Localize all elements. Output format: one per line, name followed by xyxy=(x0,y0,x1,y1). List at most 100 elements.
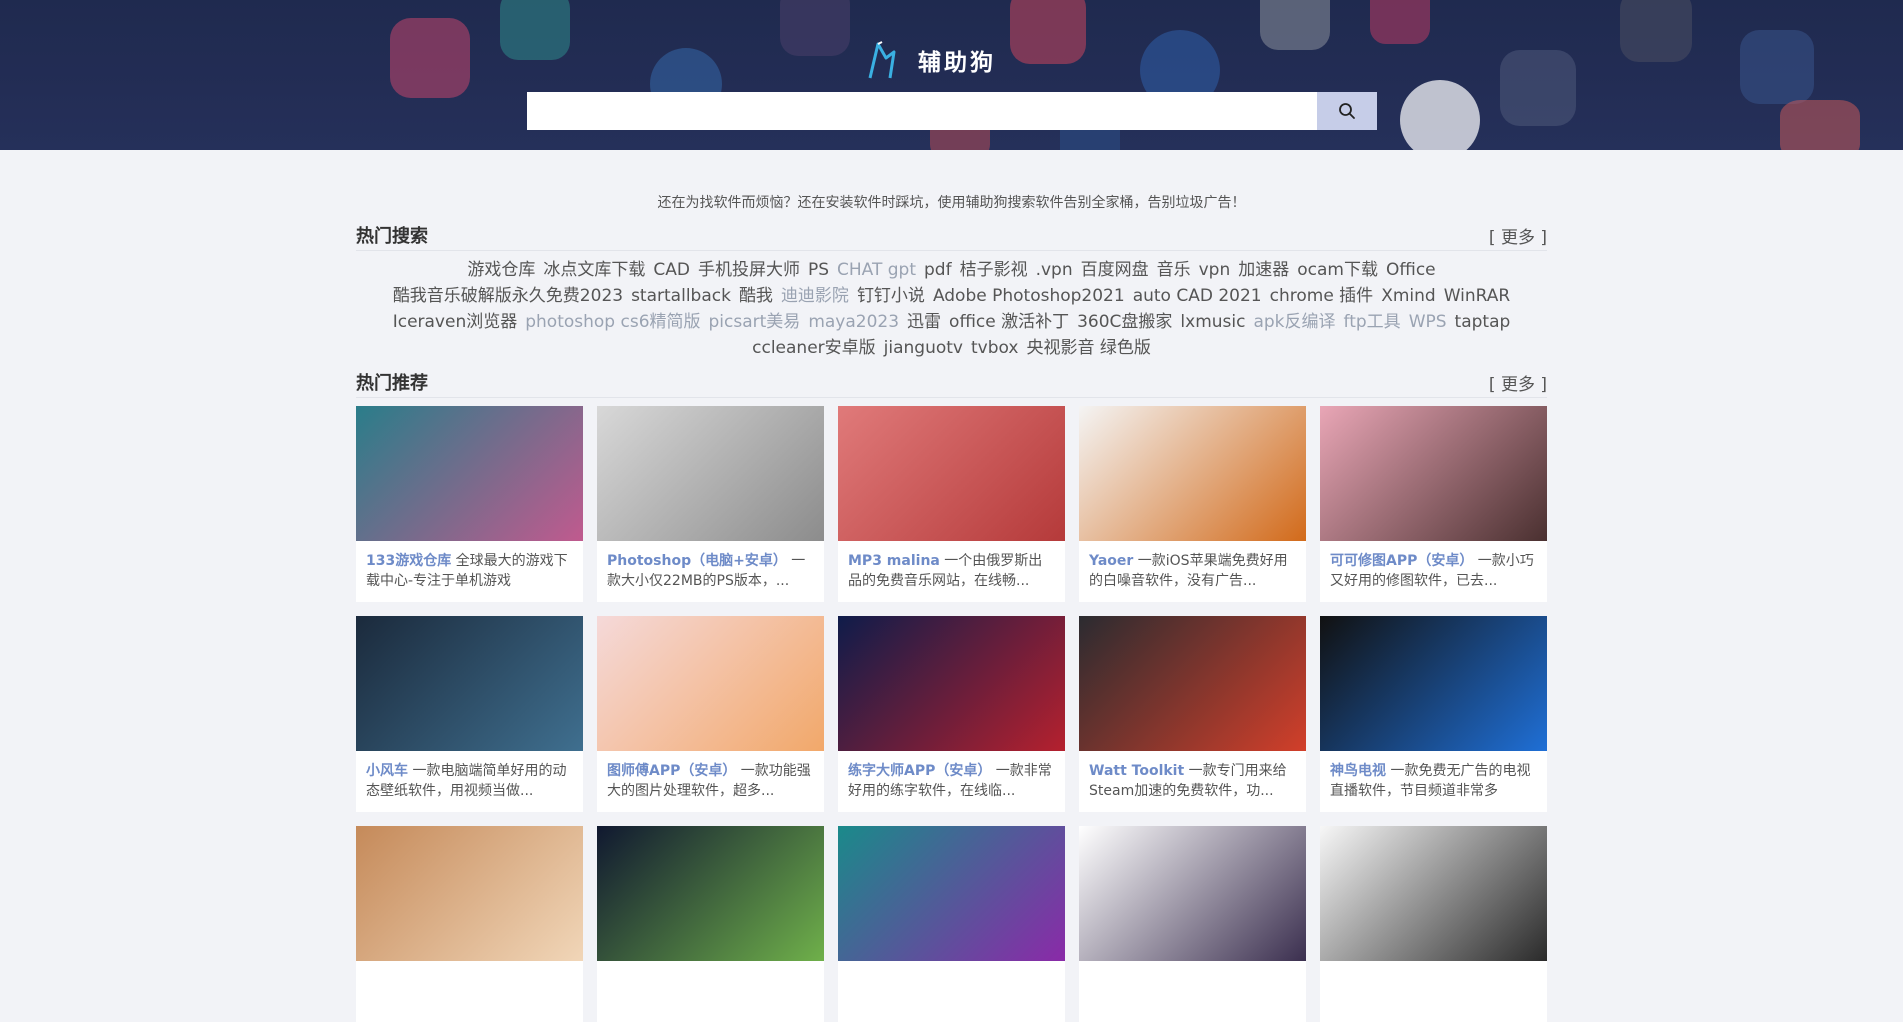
hot-search-tag[interactable]: CAD xyxy=(653,257,690,283)
hot-search-tag[interactable]: ftp工具 xyxy=(1344,309,1401,335)
hot-search-tag[interactable]: Adobe Photoshop2021 xyxy=(933,283,1125,309)
hot-search-tag[interactable]: chrome 插件 xyxy=(1270,283,1374,309)
card-title[interactable]: 133游戏仓库 xyxy=(366,553,451,569)
hot-search-tag[interactable]: picsart美易 xyxy=(709,309,801,335)
card-title[interactable]: MP3 malina xyxy=(848,553,940,569)
hot-search-tag[interactable]: WinRAR xyxy=(1444,283,1511,309)
search-icon xyxy=(1339,103,1355,119)
bg-app-icon xyxy=(1370,0,1430,44)
recommend-card[interactable]: 小风车 一款电脑端简单好用的动态壁纸软件，用视频当做... xyxy=(356,616,583,812)
recommend-card[interactable]: 图师傅APP（安卓） 一款功能强大的图片处理软件，超多... xyxy=(597,616,824,812)
card-thumbnail xyxy=(1079,406,1306,541)
hot-search-tag[interactable]: 迪迪影院 xyxy=(781,283,849,309)
hot-search-tag[interactable]: 酷我 xyxy=(739,283,773,309)
bg-app-icon xyxy=(390,18,470,98)
card-description: 可可修图APP（安卓） 一款小巧又好用的修图软件，已去... xyxy=(1320,541,1547,591)
hot-search-tag[interactable]: maya2023 xyxy=(808,309,899,335)
hot-search-tag[interactable]: auto CAD 2021 xyxy=(1133,283,1262,309)
hot-search-tag[interactable]: lxmusic xyxy=(1180,309,1245,335)
search-button[interactable] xyxy=(1317,92,1377,130)
recommend-card[interactable]: Watt Toolkit 一款专门用来给Steam加速的免费软件，功... xyxy=(1079,616,1306,812)
recommend-more-link[interactable]: [ 更多 ] xyxy=(1489,370,1547,395)
recommend-card[interactable]: 神鸟电视 一款免费无广告的电视直播软件，节目频道非常多 xyxy=(1320,616,1547,812)
hot-search-tag[interactable]: 央视影音 绿色版 xyxy=(1026,335,1150,361)
hot-search-tag[interactable]: WPS xyxy=(1409,309,1447,335)
hot-search-tag[interactable]: 冰点文库下载 xyxy=(543,257,645,283)
hot-search-tag[interactable]: 钉钉小说 xyxy=(857,283,925,309)
recommend-card[interactable]: MP3 malina 一个由俄罗斯出品的免费音乐网站，在线畅... xyxy=(838,406,1065,602)
recommend-card[interactable] xyxy=(1320,826,1547,1022)
slogan-text: 还在为找软件而烦恼？还在安装软件时踩坑，使用辅助狗搜索软件告别全家桶，告别垃圾广… xyxy=(657,195,1246,211)
card-title[interactable]: Photoshop（电脑+安卓） xyxy=(607,553,787,569)
hot-search-tag[interactable]: jianguotv xyxy=(884,335,963,361)
hot-search-tag[interactable]: 360C盘搬家 xyxy=(1077,309,1172,335)
search-input[interactable] xyxy=(527,92,1317,130)
hot-search-tag[interactable]: tvbox xyxy=(971,335,1018,361)
hot-search-tag[interactable]: 酷我音乐破解版永久免费2023 xyxy=(393,283,623,309)
card-description xyxy=(356,961,583,1011)
hot-search-tag[interactable]: office 激活补丁 xyxy=(949,309,1069,335)
card-thumbnail xyxy=(356,826,583,961)
hot-search-tag[interactable]: pdf xyxy=(924,257,952,283)
card-title[interactable]: 图师傅APP（安卓） xyxy=(607,763,736,779)
hot-search-tag[interactable]: vpn xyxy=(1199,257,1231,283)
hot-search-tag[interactable]: Office xyxy=(1386,257,1436,283)
recommend-card[interactable] xyxy=(1079,826,1306,1022)
recommend-card[interactable]: Yaoer 一款iOS苹果端免费好用的白噪音软件，没有广告... xyxy=(1079,406,1306,602)
bg-app-icon xyxy=(1500,50,1576,126)
hot-search-tag[interactable]: 音乐 xyxy=(1157,257,1191,283)
bg-app-icon xyxy=(1010,0,1086,64)
card-thumbnail xyxy=(597,406,824,541)
hot-search-tag[interactable]: taptap xyxy=(1455,309,1511,335)
hot-search-tag[interactable]: 桔子影视 xyxy=(960,257,1028,283)
dog-logo-icon xyxy=(868,41,896,79)
hot-search-tag[interactable]: 手机投屏大师 xyxy=(698,257,800,283)
card-title[interactable]: 神鸟电视 xyxy=(1330,763,1386,779)
bg-app-icon xyxy=(1780,100,1860,150)
hot-search-tag[interactable]: apk反编译 xyxy=(1253,309,1335,335)
search-bar xyxy=(527,92,1377,130)
card-thumbnail xyxy=(1079,826,1306,961)
hot-search-tags: 游戏仓库 冰点文库下载 CAD 手机投屏大师 PS CHAT gpt pdf 桔子影视 .vpn… xyxy=(356,251,1547,361)
hot-search-tag[interactable]: .vpn xyxy=(1036,257,1073,283)
hot-search-tag[interactable]: ocam下载 xyxy=(1297,257,1378,283)
recommend-header: 热门推荐 [ 更多 ] xyxy=(356,367,1547,398)
recommend-card[interactable]: 练字大师APP（安卓） 一款非常好用的练字软件，在线临... xyxy=(838,616,1065,812)
recommend-card[interactable]: 133游戏仓库 全球最大的游戏下载中心-专注于单机游戏 xyxy=(356,406,583,602)
hot-search-tag[interactable]: photoshop cs6精简版 xyxy=(525,309,700,335)
card-description: Yaoer 一款iOS苹果端免费好用的白噪音软件，没有广告... xyxy=(1079,541,1306,591)
recommend-card[interactable] xyxy=(356,826,583,1022)
site-logo[interactable]: 辅助狗 xyxy=(866,40,996,80)
hot-search-tag[interactable]: CHAT gpt xyxy=(837,257,916,283)
card-thumbnail xyxy=(838,826,1065,961)
hot-search-tag[interactable]: Iceraven浏览器 xyxy=(393,309,518,335)
card-description: 小风车 一款电脑端简单好用的动态壁纸软件，用视频当做... xyxy=(356,751,583,801)
card-title[interactable]: 小风车 xyxy=(366,763,408,779)
card-thumbnail xyxy=(1320,406,1547,541)
card-description xyxy=(597,961,824,1011)
hot-search-tag[interactable]: PS xyxy=(808,257,829,283)
card-title[interactable]: Watt Toolkit xyxy=(1089,763,1184,779)
hot-search-tag[interactable]: startallback xyxy=(631,283,731,309)
recommend-card[interactable]: Photoshop（电脑+安卓） 一款大小仅22MB的PS版本，... xyxy=(597,406,824,602)
card-description: Watt Toolkit 一款专门用来给Steam加速的免费软件，功... xyxy=(1079,751,1306,801)
hot-search-tag[interactable]: ccleaner安卓版 xyxy=(752,335,876,361)
hot-search-tag[interactable]: 加速器 xyxy=(1238,257,1289,283)
hot-search-tag[interactable]: 游戏仓库 xyxy=(467,257,535,283)
recommend-card[interactable]: 可可修图APP（安卓） 一款小巧又好用的修图软件，已去... xyxy=(1320,406,1547,602)
recommend-card[interactable] xyxy=(597,826,824,1022)
hot-search-title: 热门搜索 xyxy=(356,226,428,247)
card-thumbnail xyxy=(1320,826,1547,961)
card-thumbnail xyxy=(1079,616,1306,751)
hot-search-more-link[interactable]: [ 更多 ] xyxy=(1489,223,1547,248)
bg-app-icon xyxy=(1260,0,1330,50)
hot-search-tag[interactable]: 百度网盘 xyxy=(1081,257,1149,283)
hot-search-tag[interactable]: Xmind xyxy=(1381,283,1436,309)
card-title[interactable]: 练字大师APP（安卓） xyxy=(848,763,991,779)
card-title[interactable]: Yaoer xyxy=(1089,553,1133,569)
card-title[interactable]: 可可修图APP（安卓） xyxy=(1330,553,1473,569)
hot-search-tag[interactable]: 迅雷 xyxy=(907,309,941,335)
main-content: 还在为找软件而烦恼？还在安装软件时踩坑，使用辅助狗搜索软件告别全家桶，告别垃圾广… xyxy=(356,150,1547,1022)
header-banner: 辅助狗 xyxy=(0,0,1903,150)
recommend-card[interactable] xyxy=(838,826,1065,1022)
